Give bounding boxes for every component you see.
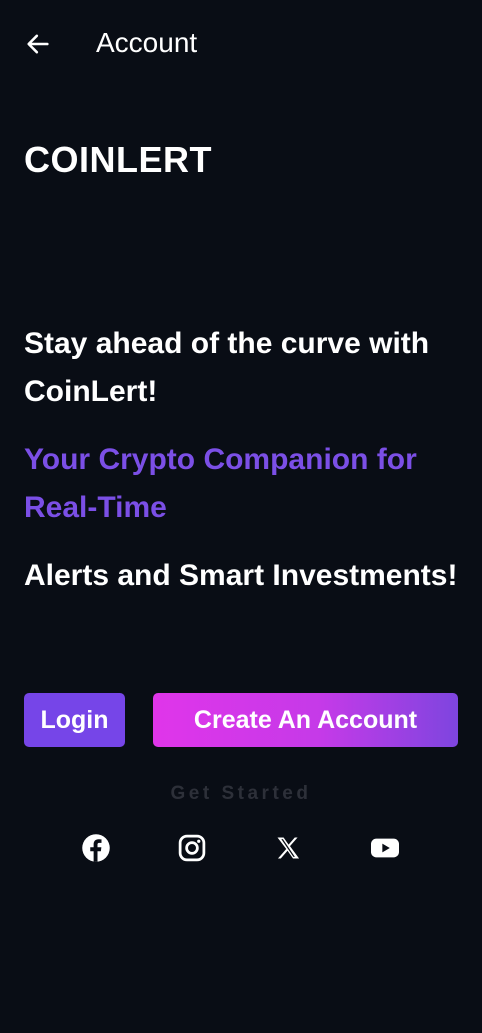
facebook-icon: [82, 834, 110, 862]
hero-line-2: Your Crypto Companion for Real-Time: [24, 443, 417, 524]
instagram-icon: [178, 834, 206, 862]
hero-line-1: Stay ahead of the curve with CoinLert!: [24, 327, 430, 408]
get-started-text: Get Started: [170, 783, 312, 804]
page-title: Account: [96, 27, 198, 58]
youtube-link[interactable]: [366, 829, 404, 867]
hero-line-3: Alerts and Smart Investments!: [24, 559, 458, 592]
x-icon: [277, 837, 300, 859]
brand-logo-text: COINLERT: [24, 139, 212, 180]
instagram-link[interactable]: [173, 829, 211, 867]
facebook-link[interactable]: [77, 829, 115, 867]
back-button[interactable]: [18, 24, 58, 64]
x-link[interactable]: [269, 829, 307, 867]
login-button[interactable]: Login: [24, 693, 125, 747]
arrow-left-icon: [27, 34, 49, 54]
create-account-button[interactable]: Create An Account: [153, 693, 458, 747]
youtube-icon: [371, 838, 399, 858]
top-bar: Account: [0, 0, 482, 88]
account-screen: Account COINLERT Stay ahead of the curve…: [0, 0, 482, 1033]
